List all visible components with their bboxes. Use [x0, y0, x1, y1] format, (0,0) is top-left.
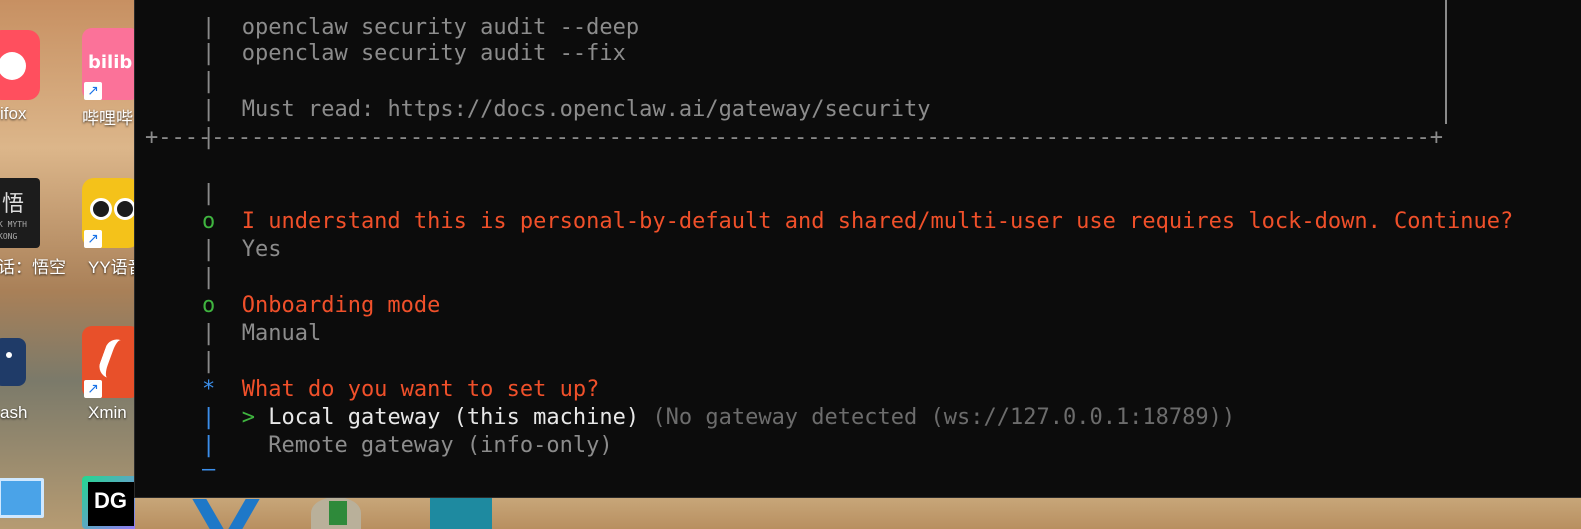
firefox-icon[interactable] — [0, 30, 40, 100]
desktop-icon-label: 话：悟空 — [0, 258, 66, 277]
option-hint: (No gateway detected (ws://127.0.0.1:187… — [652, 405, 1236, 430]
end-marker-icon: — — [201, 457, 216, 482]
shortcut-arrow-icon: ↗ — [84, 82, 102, 100]
security-doc-link[interactable]: https://docs.openclaw.ai/gateway/securit… — [387, 97, 930, 122]
prompt-continue-question: o I understand this is personal-by-defau… — [149, 180, 1513, 264]
audit-fix-command: openclaw security audit --fix — [241, 41, 626, 66]
terminal-window[interactable]: | openclaw security audit --deep | openc… — [135, 0, 1581, 497]
taskbar-peek — [135, 497, 1581, 529]
shortcut-arrow-icon: ↗ — [84, 230, 102, 248]
answer-text: Yes — [241, 237, 282, 262]
option-label[interactable]: Remote gateway (info-only) — [268, 433, 612, 458]
desktop-icon-label: 哔哩哔 — [82, 109, 133, 128]
desktop-icon-label: ifox — [0, 104, 27, 123]
datagrip-icon[interactable]: DG — [82, 476, 140, 529]
must-read-label: Must read: — [241, 97, 388, 122]
clash-icon[interactable] — [0, 338, 26, 386]
terminal-line: — — [149, 428, 215, 512]
box-bottom-divider: +---------------------------------------… — [145, 125, 1444, 150]
question-text: I understand this is personal-by-default… — [241, 209, 1514, 234]
desktop-icon-label: ash — [0, 403, 28, 422]
answer-text: Manual — [241, 321, 322, 346]
shortcut-arrow-icon: ↗ — [84, 380, 102, 398]
box-right-border — [1445, 0, 1449, 124]
datagrip-label: DG — [94, 488, 127, 513]
app-taskbar-icon[interactable] — [311, 497, 361, 529]
option-remote-gateway[interactable]: | Remote gateway (info-only) — [149, 404, 613, 488]
app-taskbar-icon-2[interactable] — [430, 497, 492, 529]
wukong-game-icon[interactable]: 悟 K MYTH KONG — [0, 178, 40, 248]
desktop-icon-label: Xmin — [88, 403, 127, 422]
desktop-computer-icon[interactable] — [0, 478, 44, 518]
